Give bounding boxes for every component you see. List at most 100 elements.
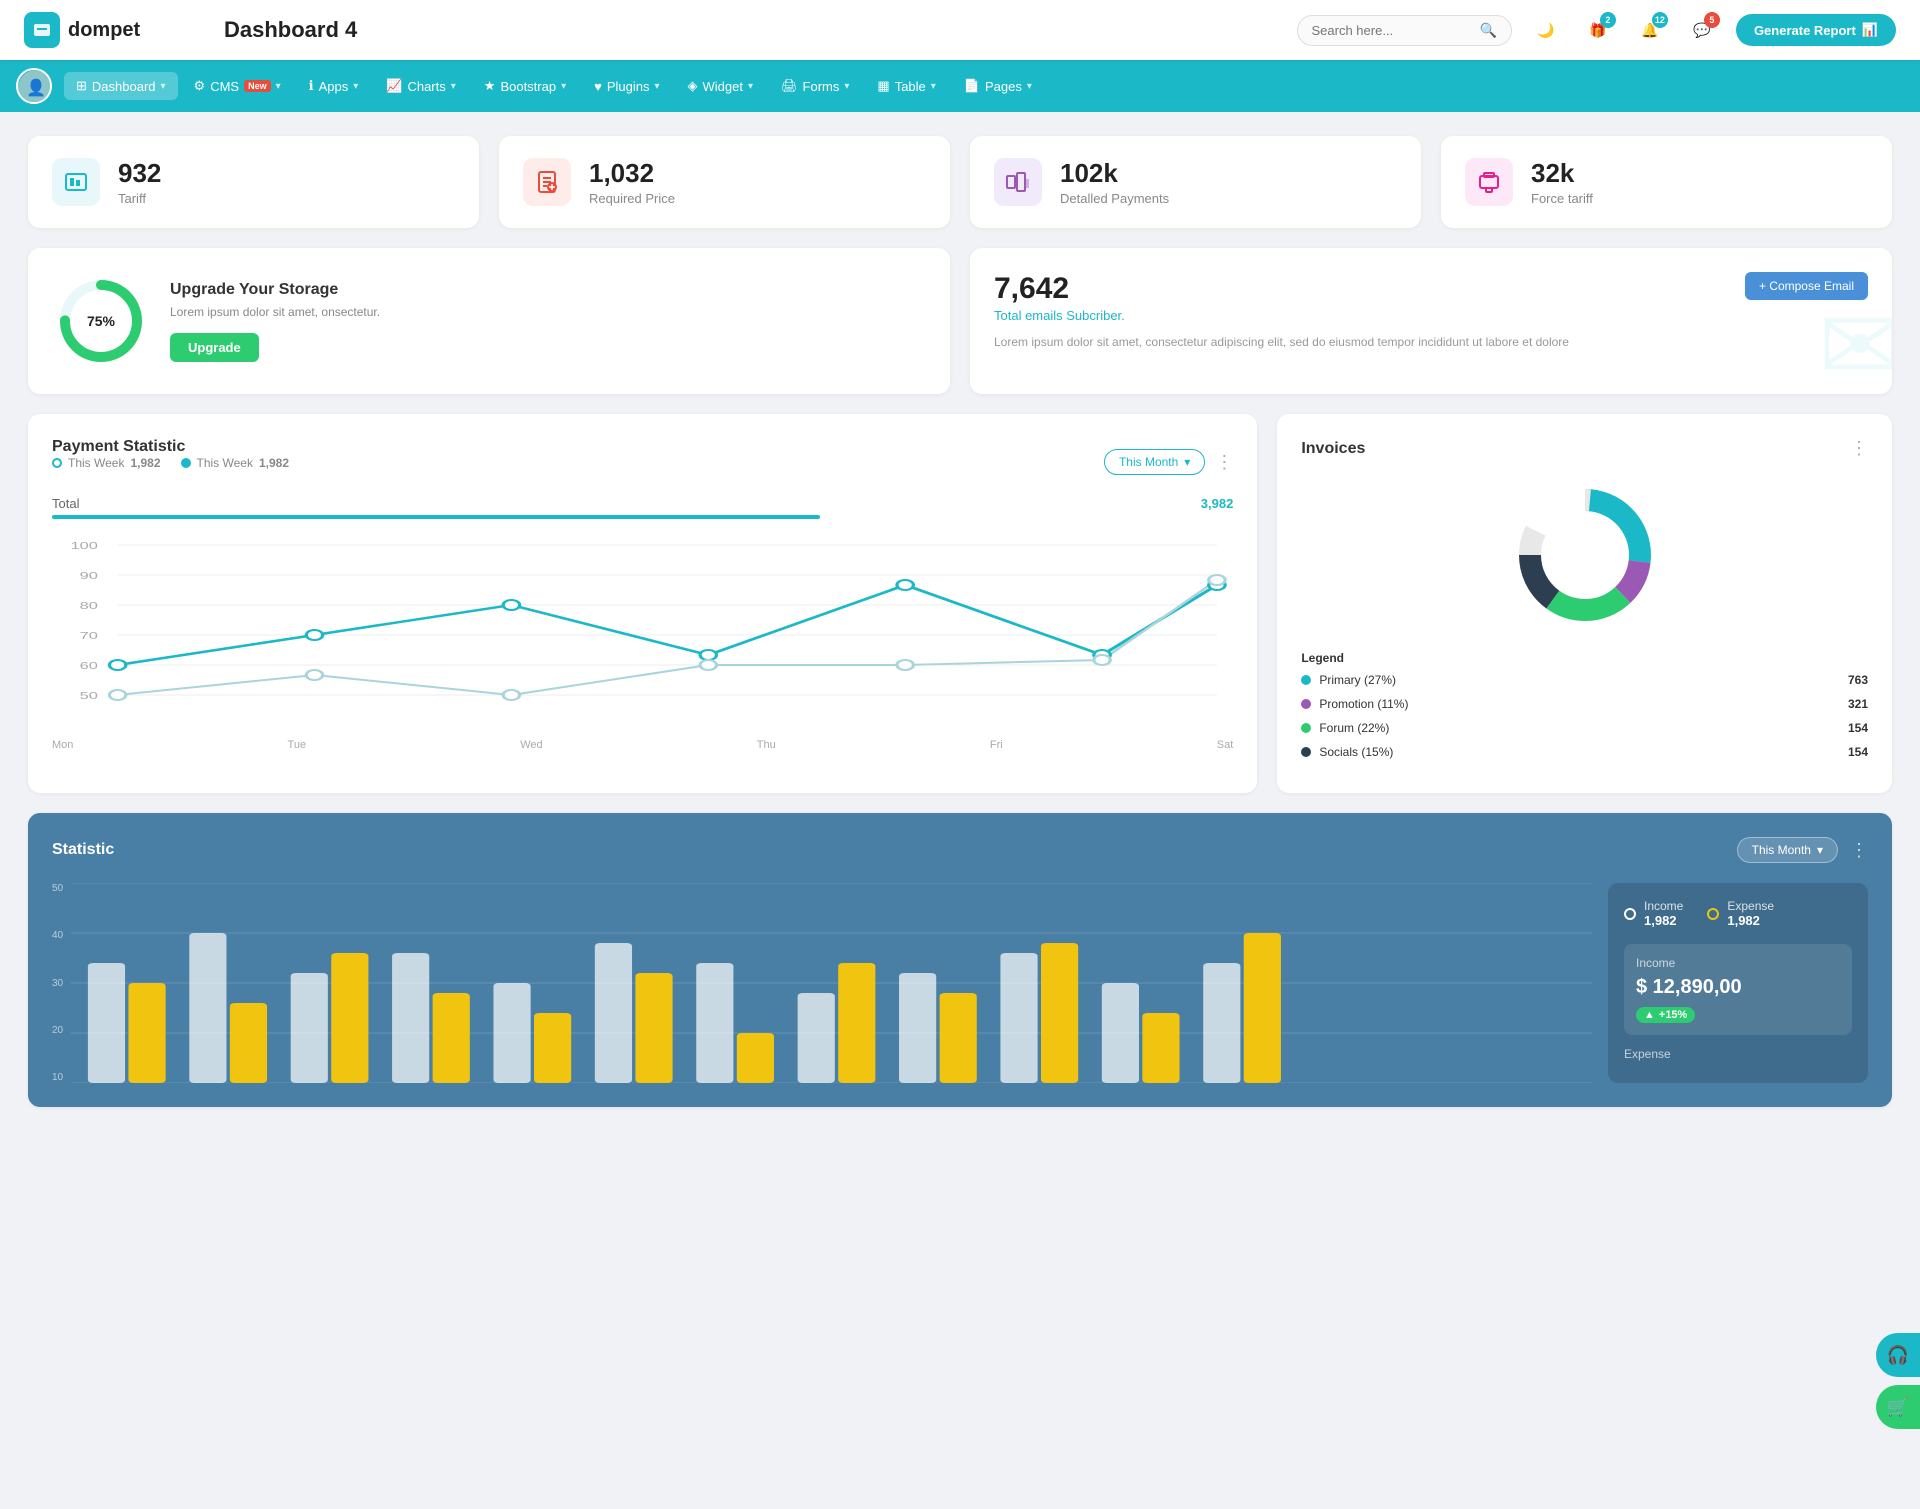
force-tariff-icon	[1465, 158, 1513, 206]
payment-controls: This Month ▾ ⋮	[1104, 449, 1233, 475]
stat-card-force-tariff: 32k Force tariff	[1441, 136, 1892, 228]
socials-value: 154	[1848, 745, 1868, 759]
moon-icon: 🌙	[1537, 22, 1554, 39]
expense-item: Expense 1,982	[1707, 899, 1774, 928]
expense-info: Expense 1,982	[1727, 899, 1774, 928]
pages-icon: 📄	[964, 78, 980, 94]
income-badge: ▲ +15%	[1636, 1007, 1695, 1023]
widget-icon: ◈	[688, 78, 698, 94]
storage-percent: 75%	[87, 313, 115, 329]
stat-card-detailed-payments-info: 102k Detalled Payments	[1060, 158, 1169, 206]
y-label-50: 50	[52, 883, 63, 894]
email-count: 7,642	[994, 272, 1125, 306]
gift-icon-btn[interactable]: 🎁 2	[1580, 12, 1616, 48]
sidebar-item-apps[interactable]: ℹ Apps ▾	[297, 72, 371, 100]
bar-chart-icon: 📊	[1862, 22, 1878, 38]
sidebar-item-dashboard[interactable]: ⊞ Dashboard ▾	[64, 72, 178, 100]
sidebar-item-charts[interactable]: 📈 Charts ▾	[374, 72, 468, 100]
forum-color-dot	[1301, 723, 1311, 733]
chat-icon-btn[interactable]: 💬 5	[1684, 12, 1720, 48]
upgrade-button[interactable]: Upgrade	[170, 333, 259, 362]
chevron-down-icon: ▾	[451, 81, 456, 92]
svg-text:70: 70	[80, 630, 99, 641]
sidebar-item-cms[interactable]: ⚙ CMS New ▾	[182, 72, 293, 100]
legend-this-week-2: This Week 1,982	[181, 456, 290, 470]
payment-legend: This Week 1,982 This Week 1,982	[52, 456, 289, 470]
cart-button[interactable]: 🛒	[1876, 1385, 1920, 1429]
x-label-tue: Tue	[288, 739, 307, 751]
star-icon: ★	[484, 78, 496, 94]
sidebar-item-widget[interactable]: ◈ Widget ▾	[676, 72, 766, 100]
expense-label: Expense	[1727, 899, 1774, 913]
statistic-more-icon[interactable]: ⋮	[1850, 840, 1868, 861]
dashboard-icon: ⊞	[76, 78, 87, 94]
search-icon: 🔍	[1480, 22, 1497, 39]
income-label: Income	[1644, 899, 1683, 913]
gift-badge: 2	[1600, 12, 1616, 28]
more-options-icon[interactable]: ⋮	[1215, 452, 1233, 473]
floating-buttons: 🎧 🛒	[1876, 1333, 1920, 1429]
storage-donut: 75%	[56, 276, 146, 366]
page-title: Dashboard 4	[224, 17, 1297, 43]
email-card-top: 7,642 Total emails Subcriber. + Compose …	[994, 272, 1868, 323]
statistic-title: Statistic	[52, 841, 114, 859]
legend-dot-1	[52, 458, 62, 468]
sidebar-item-forms[interactable]: 🖨 Forms ▾	[769, 72, 861, 100]
total-row: Total 3,982	[52, 496, 1233, 511]
logo-text: dompet	[68, 19, 140, 42]
chevron-down-icon: ▾	[654, 81, 659, 92]
chevron-down-icon: ▾	[161, 81, 166, 92]
forum-value: 154	[1848, 721, 1868, 735]
chevron-down-icon: ▾	[1817, 843, 1823, 857]
legend-value-1: 1,982	[130, 456, 160, 470]
headset-icon: 🎧	[1887, 1345, 1909, 1366]
required-price-value: 1,032	[589, 158, 675, 189]
header-right: 🔍 🌙 🎁 2 🔔 12 💬 5 Generate Report 📊	[1297, 12, 1897, 48]
svg-text:80: 80	[80, 600, 99, 611]
generate-report-button[interactable]: Generate Report 📊	[1736, 14, 1896, 46]
chevron-down-icon: ▾	[561, 81, 566, 92]
bell-icon-btn[interactable]: 🔔 12	[1632, 12, 1668, 48]
sidebar-item-bootstrap[interactable]: ★ Bootstrap ▾	[472, 72, 578, 100]
total-label: Total	[52, 496, 79, 511]
invoices-header: Invoices ⋮	[1301, 438, 1868, 459]
socials-label: Socials (15%)	[1319, 745, 1393, 759]
email-bg-icon: ✉	[1818, 287, 1892, 394]
email-count-section: 7,642 Total emails Subcriber.	[994, 272, 1125, 323]
force-tariff-label: Force tariff	[1531, 191, 1593, 206]
charts-section: Payment Statistic This Week 1,982 This W…	[28, 414, 1892, 793]
line-chart-svg: 100 90 80 70 60 50	[52, 535, 1233, 735]
income-info: Income 1,982	[1644, 899, 1683, 928]
chevron-down-icon: ▾	[844, 81, 849, 92]
line-chart-area: 100 90 80 70 60 50	[52, 535, 1233, 735]
income-value: 1,982	[1644, 913, 1683, 928]
search-input[interactable]	[1312, 23, 1472, 38]
expense-value: 1,982	[1727, 913, 1774, 928]
sidebar-item-table[interactable]: ▦ Table ▾	[865, 72, 947, 100]
primary-label: Primary (27%)	[1319, 673, 1396, 687]
stat-card-tariff-info: 932 Tariff	[118, 158, 161, 206]
search-box[interactable]: 🔍	[1297, 15, 1512, 46]
moon-icon-btn[interactable]: 🌙	[1528, 12, 1564, 48]
x-label-wed: Wed	[520, 739, 542, 751]
invoices-more-icon[interactable]: ⋮	[1850, 438, 1868, 459]
invoices-title: Invoices	[1301, 440, 1365, 458]
sidebar-item-plugins[interactable]: ♥ Plugins ▾	[582, 73, 671, 100]
forum-label: Forum (22%)	[1319, 721, 1389, 735]
this-month-button[interactable]: This Month ▾	[1104, 449, 1205, 475]
svg-text:50: 50	[80, 690, 99, 701]
income-box: Income $ 12,890,00 ▲ +15%	[1624, 944, 1852, 1035]
total-value: 3,982	[1201, 496, 1234, 511]
storage-title: Upgrade Your Storage	[170, 281, 380, 299]
x-label-mon: Mon	[52, 739, 73, 751]
stat-card-tariff: 932 Tariff	[28, 136, 479, 228]
sidebar-item-pages[interactable]: 📄 Pages ▾	[952, 72, 1044, 100]
statistic-this-month-button[interactable]: This Month ▾	[1737, 837, 1838, 863]
chevron-down-icon: ▾	[1184, 455, 1190, 469]
y-axis-labels: 50 40 30 20 10	[52, 883, 63, 1083]
total-bar	[52, 515, 820, 519]
stat-cards-row: 932 Tariff 1,032 Required Price 102k Det…	[28, 136, 1892, 228]
income-item: Income 1,982	[1624, 899, 1683, 928]
chevron-down-icon: ▾	[748, 81, 753, 92]
headset-button[interactable]: 🎧	[1876, 1333, 1920, 1377]
